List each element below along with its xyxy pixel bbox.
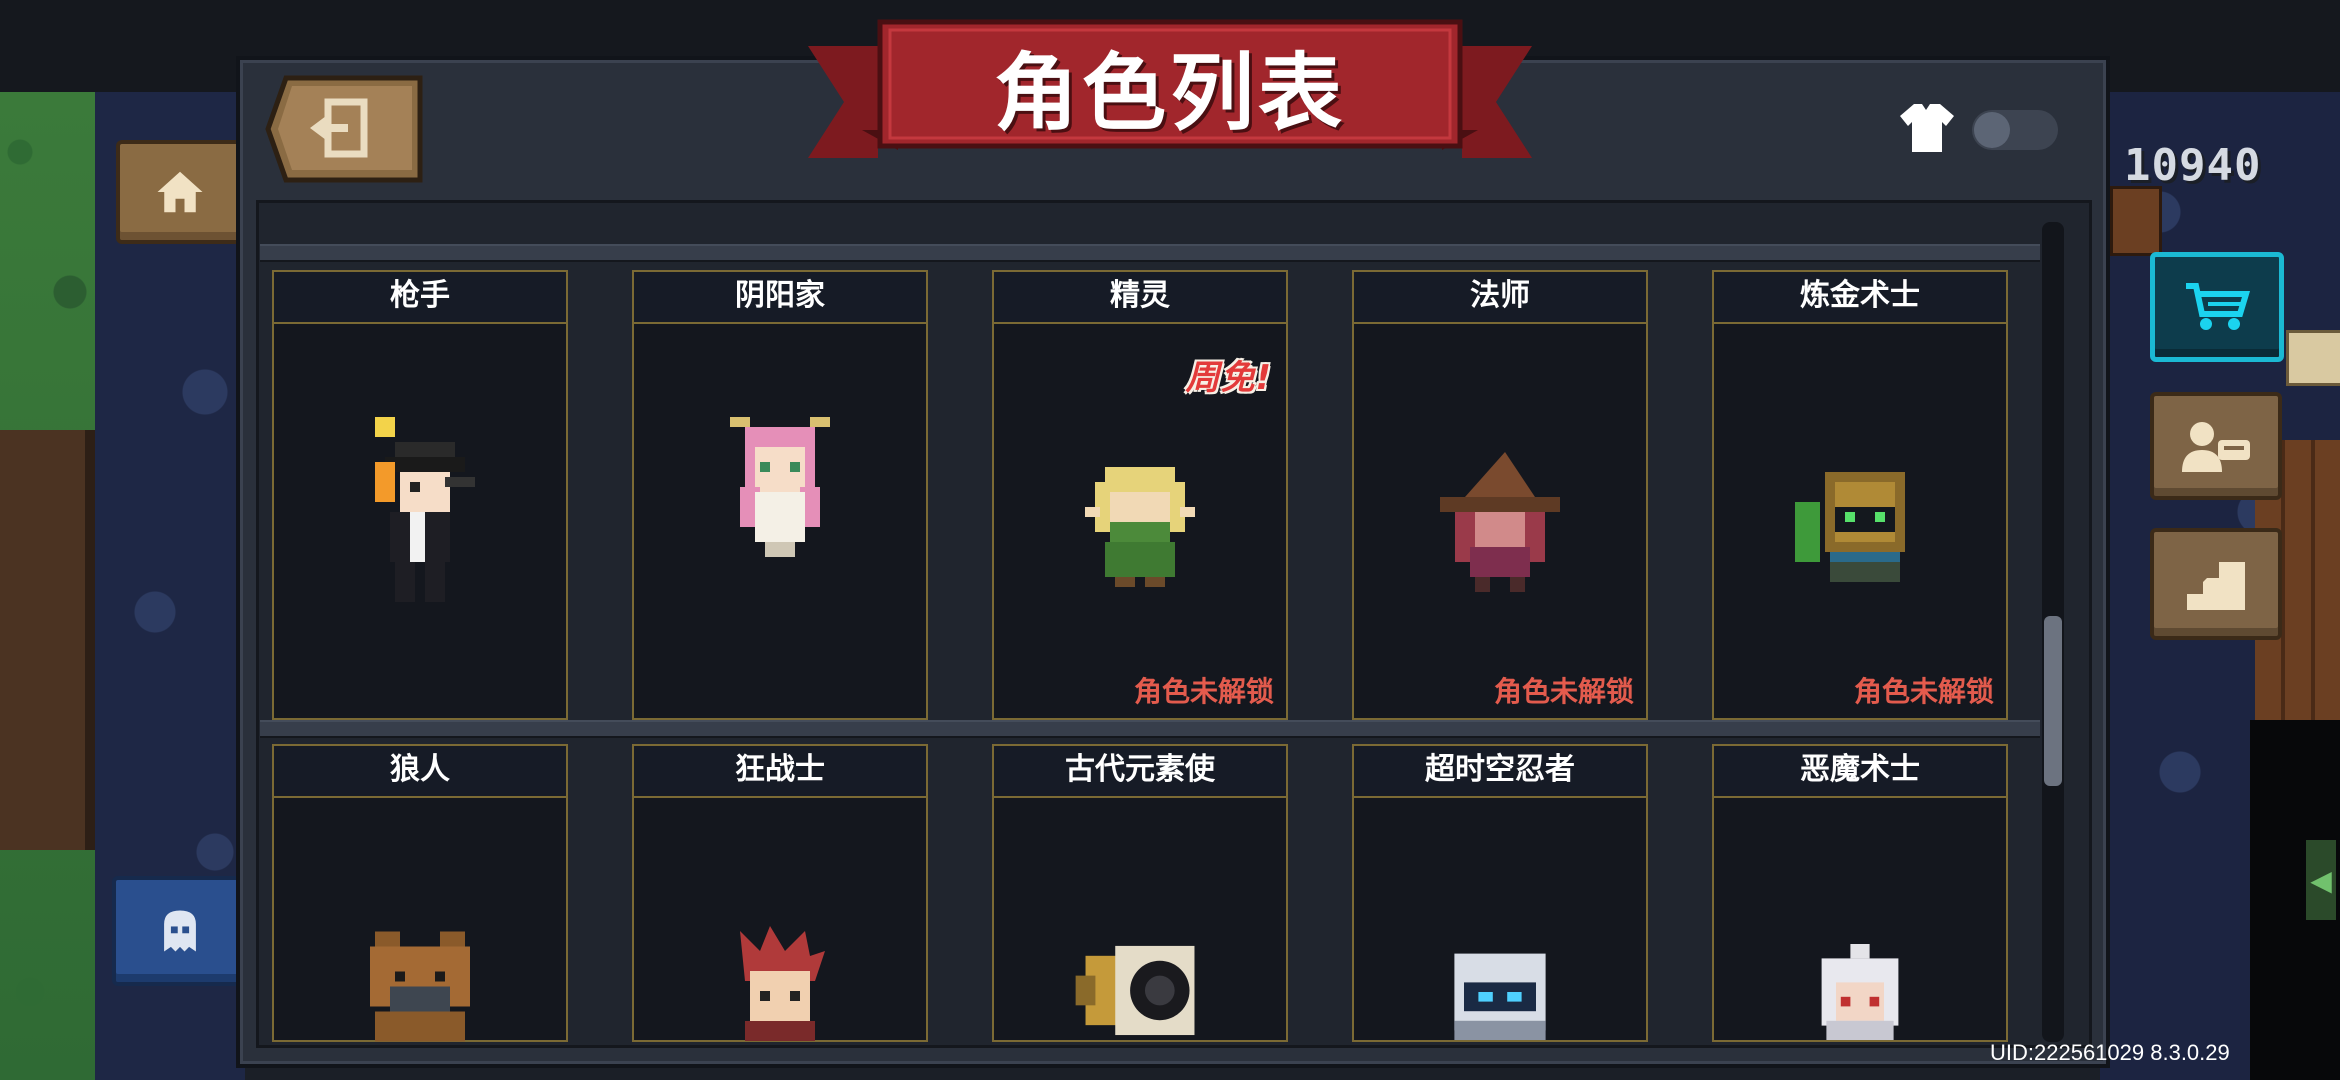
- exit-button[interactable]: [264, 74, 424, 184]
- character-name: 狂战士: [634, 746, 926, 798]
- mail-icon[interactable]: [2286, 330, 2340, 386]
- elf-sprite: [1085, 467, 1195, 587]
- locked-status: 角色未解锁: [1493, 675, 1634, 708]
- treasure-chest: [2110, 186, 2162, 256]
- character-name: 古代元素使: [994, 746, 1286, 798]
- character-name: 超时空忍者: [1354, 746, 1646, 798]
- berserker-sprite: [740, 926, 825, 1041]
- dirt-terrain: [0, 430, 95, 850]
- locked-status: 角色未解锁: [1133, 675, 1274, 708]
- character-card-gunner[interactable]: 枪手: [272, 270, 568, 720]
- weekly-free-badge: 周免!: [1185, 358, 1272, 398]
- character-card-berserker[interactable]: 狂战士: [632, 744, 928, 1042]
- home-button[interactable]: [116, 140, 244, 244]
- page-title: 角色列表: [993, 44, 1346, 142]
- scrollbar-thumb[interactable]: [2044, 616, 2062, 786]
- home-icon: [157, 171, 203, 213]
- alchemist-sprite: [1795, 472, 1905, 582]
- row-divider: [260, 244, 2040, 262]
- row-divider: [260, 720, 2040, 738]
- werewolf-sprite: [370, 931, 470, 1042]
- profile-button[interactable]: [2150, 392, 2282, 500]
- character-card-elf[interactable]: 精灵 周免! 角色未解锁: [992, 270, 1288, 720]
- skin-toggle-switch[interactable]: [1972, 110, 2058, 150]
- character-card-demon-warlock[interactable]: 恶魔术士: [1712, 744, 2008, 1042]
- ghost-icon: [164, 910, 196, 952]
- character-card-onmyoji[interactable]: 阴阳家: [632, 270, 928, 720]
- profile-card-icon: [2182, 422, 2250, 472]
- character-card-time-ninja[interactable]: 超时空忍者: [1352, 744, 1648, 1042]
- upgrade-button[interactable]: [2150, 528, 2282, 640]
- wizard-sprite: [1440, 452, 1560, 592]
- character-card-alchemist[interactable]: 炼金术士 角色未解锁: [1712, 270, 2008, 720]
- character-card-werewolf[interactable]: 狼人: [272, 744, 568, 1042]
- toggle-knob: [1974, 112, 2010, 148]
- elementalist-sprite: [1075, 945, 1195, 1036]
- character-name: 炼金术士: [1714, 272, 2006, 324]
- character-name: 法师: [1354, 272, 1646, 324]
- level-up-icon: [2187, 560, 2245, 610]
- character-name: 枪手: [274, 272, 566, 324]
- character-name: 恶魔术士: [1714, 746, 2006, 798]
- exit-door-icon: [265, 75, 423, 183]
- character-name: 狼人: [274, 746, 566, 798]
- character-name: 阴阳家: [634, 272, 926, 324]
- onmyoji-sprite: [730, 417, 830, 557]
- shirt-icon: [1898, 100, 1956, 160]
- shop-button[interactable]: [2150, 252, 2284, 362]
- skin-toggle[interactable]: [1898, 100, 2058, 160]
- locked-status: 角色未解锁: [1853, 675, 1994, 708]
- title-banner: 角色列表: [808, 18, 1532, 178]
- ghost-button[interactable]: [112, 876, 248, 986]
- shopping-cart-icon: [2186, 283, 2251, 330]
- character-card-elementalist[interactable]: 古代元素使: [992, 744, 1288, 1042]
- uid-version-label: UID:222561029 8.3.0.29: [1990, 1040, 2230, 1065]
- expand-arrow-icon[interactable]: ◀: [2306, 840, 2336, 920]
- gunner-sprite: [375, 417, 475, 602]
- character-name: 精灵: [994, 272, 1286, 324]
- time-ninja-sprite: [1454, 953, 1546, 1040]
- demon-warlock-sprite: [1821, 944, 1899, 1040]
- character-card-wizard[interactable]: 法师 角色未解锁: [1352, 270, 1648, 720]
- coin-counter: 10940: [2124, 140, 2262, 191]
